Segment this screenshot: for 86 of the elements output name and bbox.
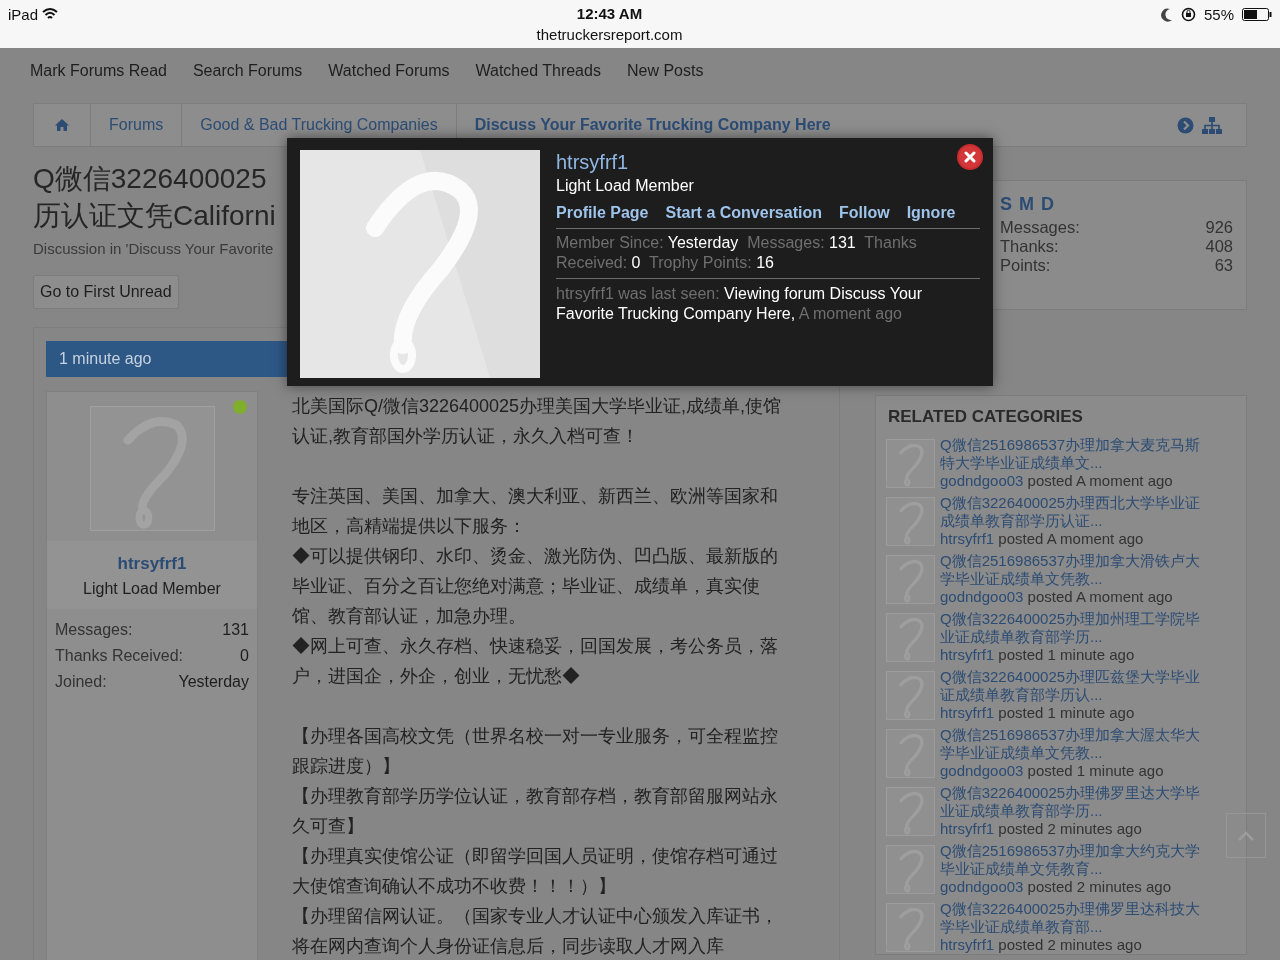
wifi-icon: [42, 7, 59, 21]
stat-value: 131: [222, 619, 249, 640]
thread-meta: Discussion in 'Discuss Your Favorite: [33, 239, 274, 259]
stat-value: 0: [240, 645, 249, 666]
scroll-top-button[interactable]: [1226, 813, 1266, 858]
rotation-lock-icon: [1180, 7, 1196, 22]
first-unread-button[interactable]: Go to First Unread: [33, 275, 179, 309]
author-link[interactable]: htrsyfrf1: [940, 645, 995, 663]
post-paragraph: 北美国际Q/微信3226400025办理美国大学毕业证,成绩单,使馆认证,教育部国外学历认证，永久入档可查！: [292, 395, 783, 448]
post-paragraph: ◆可以提供钢印、水印、烫金、激光防伪、凹凸版、最新版的毕业证、百分之百让您绝对满意；毕业证、成绩单，真实使馆、教育部认证，加急办理。: [292, 545, 779, 628]
clock-time: 12:43 AM: [575, 4, 644, 24]
avatar-icon: [300, 150, 540, 378]
stat-value: 63: [1214, 256, 1233, 275]
author-link[interactable]: htrsyfrf1: [940, 935, 995, 953]
thread-link[interactable]: Q微信2516986537办理加拿大滑铁卢大学毕业证成绩单文凭教...: [940, 551, 1202, 588]
post-time: posted 1 minute ago: [998, 703, 1135, 721]
member-name[interactable]: htrsyfrf1: [556, 151, 629, 174]
thread-link[interactable]: Q微信2516986537办理加拿大麦克马斯特大学毕业证成绩单文...: [940, 435, 1202, 472]
profile-action-link[interactable]: Follow: [838, 201, 890, 225]
author-link[interactable]: godndgoo03: [940, 761, 1024, 779]
caret-up-icon: [1238, 830, 1254, 841]
stat-value: Yesterday: [178, 671, 249, 692]
post-time: posted A moment ago: [1027, 587, 1173, 605]
profile-action-link[interactable]: Start a Conversation: [665, 201, 822, 225]
post-paragraph: ◆网上可查、永久存档、快速稳妥，回国发展，考公务员，落户，进国企，外企，创业，无忧愁◆: [292, 635, 779, 688]
stat-label: Points:: [1000, 256, 1051, 275]
thread-link[interactable]: Q微信2516986537办理加拿大约克大学毕业证成绩单文凭教育...: [940, 841, 1202, 878]
post-paragraph: 【办理真实使馆公证（即留学回国人员证明，使馆存档可通过大使馆查询确认不成功不收费！！！）】: [292, 845, 779, 898]
stat-label: Thanks:: [1000, 237, 1059, 256]
member-rank: Light Load Member: [556, 176, 695, 196]
nav-link[interactable]: New Posts: [626, 58, 704, 83]
nav-link[interactable]: Mark Forums Read: [30, 58, 167, 83]
author-link[interactable]: godndgoo03: [940, 587, 1024, 605]
post-paragraph: 【办理各国高校文凭（世界名校一对一专业服务，可全程监控跟踪进度）】: [292, 725, 779, 778]
thread-link[interactable]: Q微信3226400025办理西北大学毕业证成绩单教育部学历认证...: [940, 493, 1202, 530]
stat-label: Messages:: [1000, 218, 1080, 237]
author-link[interactable]: htrsyfrf1: [940, 703, 995, 721]
thread-link[interactable]: Q微信3226400025办理佛罗里达大学毕业证成绩单教育部学历...: [940, 783, 1202, 820]
thread-link[interactable]: Q微信3226400025办理加州理工学院毕业证成绩单教育部学历...: [940, 609, 1202, 646]
profile-action-link[interactable]: Profile Page: [556, 201, 649, 225]
thread-link[interactable]: Q微信3226400025办理佛罗里达科技大学毕业证成绩单教育部...: [940, 899, 1202, 936]
last-seen-text: htrsyfrf1 was last seen: Viewing forum Discuss Your Favorite Trucking Company Here, A moment ago: [556, 278, 980, 324]
close-button[interactable]: [957, 144, 983, 170]
device-name: iPad: [8, 5, 39, 25]
author-link[interactable]: godndgoo03: [940, 877, 1024, 895]
author-link[interactable]: godndgoo03: [940, 471, 1024, 489]
author-link[interactable]: htrsyfrf1: [940, 529, 995, 547]
post-time: 1 minute ago: [59, 349, 152, 369]
nav-link[interactable]: Watched Threads: [475, 58, 601, 83]
post-time: posted 1 minute ago: [1027, 761, 1164, 779]
stat-value: 926: [1205, 218, 1233, 237]
chevron-circle-icon[interactable]: [1177, 116, 1194, 134]
stat-value: 408: [1205, 237, 1233, 256]
post-time: posted 2 minutes ago: [1027, 877, 1172, 895]
moon-icon: [1160, 8, 1173, 22]
stat-label: Thanks Received:: [55, 645, 184, 666]
post-time: posted 2 minutes ago: [998, 819, 1142, 837]
thread-link[interactable]: Q微信2516986537办理加拿大渥太华大学毕业证成绩单文凭教...: [940, 725, 1202, 762]
battery-percent: 55%: [1203, 5, 1234, 25]
breadcrumb-link[interactable]: Forums: [91, 104, 183, 146]
member-stats: Member Since: Yesterday Messages: 131 Thanks Received: 0 Trophy Points: 16: [556, 233, 918, 273]
section-heading: RELATED CATEGORIES: [888, 406, 1084, 428]
user-rank: Light Load Member: [82, 578, 222, 599]
profile-name[interactable]: S M D: [1000, 191, 1233, 218]
user-name[interactable]: htrsyfrf1: [47, 551, 257, 577]
profile-action-link[interactable]: Ignore: [906, 201, 956, 225]
stat-label: Joined:: [55, 671, 107, 692]
post-time: posted 1 minute ago: [998, 645, 1135, 663]
battery-icon: [1242, 8, 1272, 21]
thread-title: Q微信3226400025: [33, 162, 267, 196]
page-url: thetruckersreport.com: [536, 25, 683, 45]
post-time: posted A moment ago: [998, 529, 1144, 547]
nav-link[interactable]: Watched Forums: [328, 58, 450, 83]
home-icon[interactable]: [54, 118, 70, 132]
close-icon: [964, 151, 976, 163]
post-time: posted 2 minutes ago: [998, 935, 1142, 953]
sitemap-icon[interactable]: [1202, 116, 1222, 134]
thread-link[interactable]: Q微信3226400025办理匹兹堡大学毕业证成绩单教育部学历认...: [940, 667, 1202, 704]
author-link[interactable]: htrsyfrf1: [940, 819, 995, 837]
nav-link[interactable]: Search Forums: [192, 58, 303, 83]
post-time: posted A moment ago: [1027, 471, 1173, 489]
post-paragraph: 【办理留信网认证。（国家专业人才认证中心颁发入库证书，将在网内查询个人身份证信息后，同步读取人才网入库: [292, 905, 779, 958]
post-paragraph: 【办理教育部学历学位认证，教育部存档，教育部留服网站永久可查】: [292, 785, 779, 838]
thread-title: 历认证文凭Californi: [33, 199, 276, 233]
stat-label: Messages:: [55, 619, 133, 640]
post-paragraph: 专注英国、美国、加拿大、澳大利亚、新西兰、欧洲等国家和地区，高精端提供以下服务：: [292, 485, 779, 538]
